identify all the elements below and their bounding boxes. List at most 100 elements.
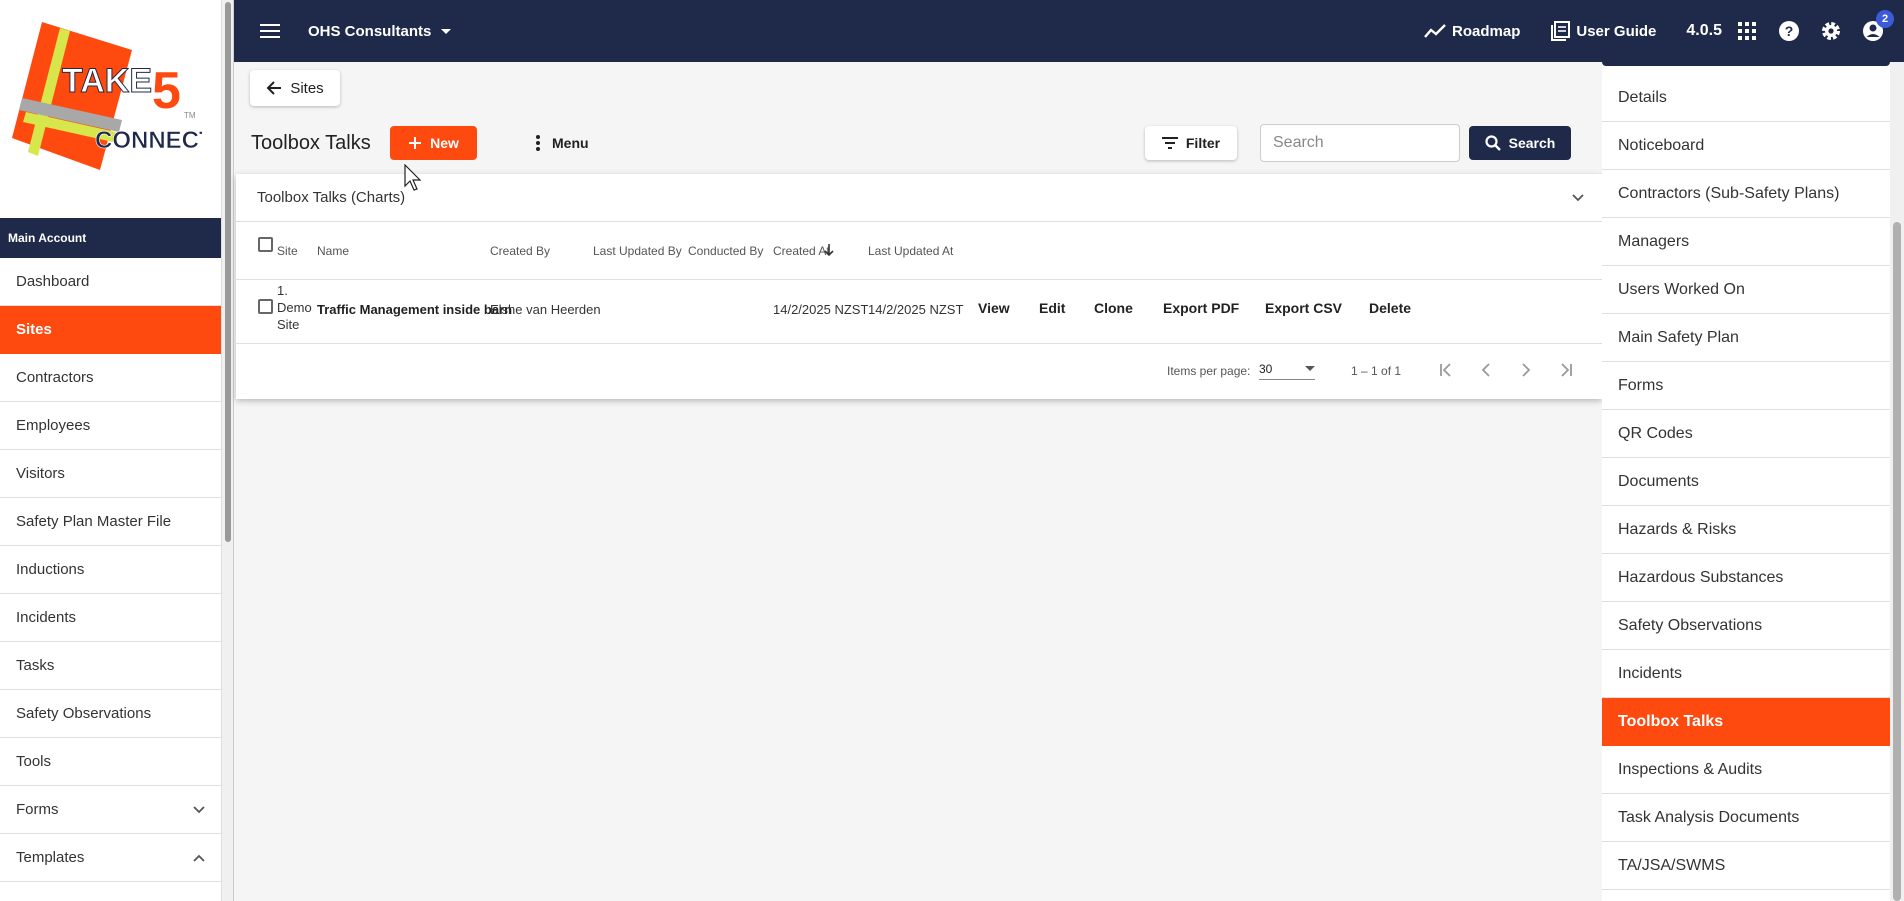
logo-area: TAKE 5 CONNECT TM — [0, 0, 221, 218]
header-created-by[interactable]: Created By — [490, 244, 550, 258]
sidebar-item-safety-plan-master-file[interactable]: Safety Plan Master File — [0, 498, 221, 546]
settings-icon[interactable] — [1816, 16, 1846, 46]
panel-top-accent — [1602, 62, 1890, 66]
sidebar-item-forms[interactable]: Forms — [0, 786, 221, 834]
section-item-ta-jsa-swms[interactable]: TA/JSA/SWMS — [1602, 842, 1890, 890]
section-item-qr-codes[interactable]: QR Codes — [1602, 410, 1890, 458]
sidebar-item-label: Templates — [16, 849, 85, 866]
export-csv-button[interactable]: Export CSV — [1265, 300, 1342, 316]
sort-arrow-down-icon[interactable] — [824, 244, 834, 256]
filter-icon — [1161, 137, 1178, 149]
section-item-label: Details — [1618, 88, 1667, 106]
section-item-main-safety-plan[interactable]: Main Safety Plan — [1602, 314, 1890, 362]
sidebar-item-contractors[interactable]: Contractors — [0, 354, 221, 402]
section-item-users-worked-on[interactable]: Users Worked On — [1602, 266, 1890, 314]
header-name[interactable]: Name — [317, 244, 349, 258]
last-page-icon[interactable] — [1554, 358, 1578, 382]
sidebar-item-label: Safety Plan Master File — [16, 513, 172, 530]
new-button[interactable]: New — [390, 126, 477, 160]
page-range: 1 – 1 of 1 — [1351, 364, 1402, 378]
section-item-documents[interactable]: Documents — [1602, 458, 1890, 506]
section-item-managers[interactable]: Managers — [1602, 218, 1890, 266]
section-item-inspections-audits[interactable]: Inspections & Audits — [1602, 746, 1890, 794]
sidebar-item-safety-observations[interactable]: Safety Observations — [0, 690, 221, 738]
section-item-contractors-sub-safety-plans[interactable]: Contractors (Sub-Safety Plans) — [1602, 170, 1890, 218]
section-item-safety-observations[interactable]: Safety Observations — [1602, 602, 1890, 650]
row-site-line1: 1. — [277, 283, 288, 298]
section-item-label: Managers — [1618, 232, 1690, 250]
items-per-page-select[interactable]: 30 — [1259, 358, 1315, 380]
header-created-at[interactable]: Created At — [773, 244, 830, 258]
header-last-updated-by[interactable]: Last Updated By — [593, 244, 682, 258]
sidebar-scrollbar[interactable] — [222, 0, 234, 901]
org-selector[interactable]: OHS Consultants — [308, 23, 452, 40]
section-item-label: Contractors (Sub-Safety Plans) — [1618, 184, 1840, 202]
sidebar-item-tools[interactable]: Tools — [0, 738, 221, 786]
sidebar-scrollbar-thumb[interactable] — [225, 2, 231, 542]
menu-button[interactable]: Menu — [536, 126, 589, 160]
take5-connect-logo[interactable]: TAKE 5 CONNECT TM — [12, 20, 202, 170]
section-item-toolbox-talks[interactable]: Toolbox Talks — [1602, 698, 1890, 746]
select-all-checkbox[interactable] — [258, 237, 273, 252]
sidebar-item-dashboard[interactable]: Dashboard — [0, 258, 221, 306]
first-page-icon[interactable] — [1434, 358, 1458, 382]
section-item-forms[interactable]: Forms — [1602, 362, 1890, 410]
section-item-incidents[interactable]: Incidents — [1602, 650, 1890, 698]
section-item-details[interactable]: Details — [1602, 74, 1890, 122]
search-input[interactable] — [1260, 124, 1460, 162]
header-site[interactable]: Site — [277, 244, 298, 258]
sidebar-item-inductions[interactable]: Inductions — [0, 546, 221, 594]
view-button[interactable]: View — [978, 300, 1010, 316]
header-conducted-by[interactable]: Conducted By — [688, 244, 763, 258]
app-window: TAKE 5 CONNECT TM Main Account Dashboard… — [0, 0, 1904, 901]
chevron-down-icon — [193, 805, 205, 813]
section-item-hazards-risks[interactable]: Hazards & Risks — [1602, 506, 1890, 554]
sidebar-item-tasks[interactable]: Tasks — [0, 642, 221, 690]
edit-button[interactable]: Edit — [1039, 300, 1065, 316]
section-item-task-analysis-documents[interactable]: Task Analysis Documents — [1602, 794, 1890, 842]
section-item-hazardous-substances[interactable]: Hazardous Substances — [1602, 554, 1890, 602]
user-guide-link[interactable]: User Guide — [1550, 21, 1656, 41]
account-icon[interactable]: 2 — [1858, 10, 1894, 46]
row-name: Traffic Management inside barn — [317, 302, 513, 317]
next-page-icon[interactable] — [1514, 358, 1538, 382]
table-row[interactable]: 1. Demo Site Traffic Management inside b… — [236, 280, 1602, 344]
row-created-at: 14/2/2025 NZST — [773, 302, 869, 317]
menu-icon[interactable] — [260, 24, 280, 38]
header-last-updated-at[interactable]: Last Updated At — [868, 244, 953, 258]
delete-button[interactable]: Delete — [1369, 300, 1411, 316]
mouse-cursor-icon — [404, 164, 422, 191]
sidebar-item-sites[interactable]: Sites — [0, 306, 221, 354]
paginator: Items per page: 30 1 – 1 of 1 — [236, 344, 1602, 398]
new-button-label: New — [430, 135, 459, 151]
filter-button-label: Filter — [1185, 135, 1221, 151]
clone-button[interactable]: Clone — [1094, 300, 1133, 316]
section-item-noticeboard[interactable]: Noticeboard — [1602, 122, 1890, 170]
sidebar-item-templates[interactable]: Templates — [0, 834, 221, 882]
charts-expansion-panel[interactable]: Toolbox Talks (Charts) — [236, 174, 1602, 222]
roadmap-link[interactable]: Roadmap — [1424, 23, 1520, 40]
roadmap-label: Roadmap — [1452, 22, 1521, 40]
apps-grid-icon[interactable] — [1732, 16, 1762, 46]
help-icon[interactable]: ? — [1774, 16, 1804, 46]
sidebar-item-employees[interactable]: Employees — [0, 402, 221, 450]
previous-page-icon[interactable] — [1474, 358, 1498, 382]
page-size-value: 30 — [1259, 361, 1273, 376]
row-checkbox[interactable] — [258, 299, 273, 314]
export-pdf-button[interactable]: Export PDF — [1163, 300, 1239, 316]
search-button[interactable]: Search — [1469, 126, 1571, 160]
section-item-label: Inspections & Audits — [1618, 760, 1763, 778]
search-button-label: Search — [1508, 135, 1556, 151]
row-created-by: Elshe van Heerden — [490, 302, 601, 317]
section-item-label: Forms — [1618, 376, 1664, 394]
sidebar-item-visitors[interactable]: Visitors — [0, 450, 221, 498]
sidebar-item-label: Dashboard — [16, 273, 90, 290]
plus-icon — [409, 137, 422, 149]
sidebar-item-incidents[interactable]: Incidents — [0, 594, 221, 642]
right-panel-scrollbar-thumb[interactable] — [1893, 222, 1901, 901]
logo-tm: TM — [184, 111, 196, 120]
row-last-updated-at: 14/2/2025 NZST — [868, 302, 964, 317]
filter-button[interactable]: Filter — [1145, 126, 1237, 160]
right-panel-scrollbar[interactable] — [1890, 62, 1904, 901]
back-to-sites-button[interactable]: Sites — [250, 70, 340, 106]
